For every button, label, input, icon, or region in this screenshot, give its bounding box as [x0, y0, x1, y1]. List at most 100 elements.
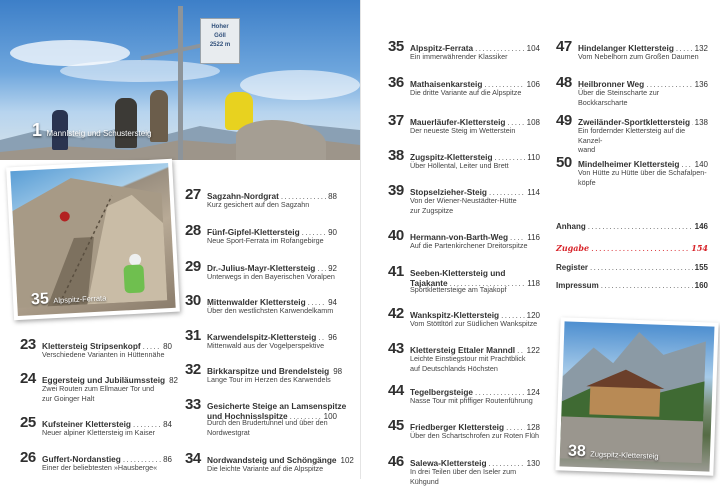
dot-leader — [590, 263, 693, 272]
toc-subtitle: auf Deutschlands Höchsten — [410, 363, 498, 373]
toc-entry[interactable]: 29Dr.-Julius-Mayr-Klettersteig92Unterweg… — [185, 258, 337, 282]
toc-subtitle: Neuer alpiner Klettersteig im Kaiser — [42, 428, 156, 437]
toc-page: 122 — [526, 346, 540, 355]
toc-page: 110 — [527, 153, 540, 162]
toc-entry[interactable]: 37Mauerläufer-Klettersteig108Der neueste… — [388, 112, 540, 136]
toc-subtitle: Kurz gesichert auf den Sagzahn — [207, 200, 310, 209]
toc-entry[interactable]: 44Tegelbergsteige124Nasse Tour mit pfiff… — [388, 382, 540, 406]
toc-number: 23 — [20, 336, 36, 353]
appendix-entry[interactable]: Zugabe 154 — [556, 243, 708, 253]
toc-entry[interactable]: 25Kufsteiner Klettersteig84Neuer alpiner… — [20, 414, 172, 438]
toc-number: 50 — [556, 154, 572, 171]
toc-entry[interactable]: 30Mittenwalder Klettersteig94Über den we… — [185, 292, 337, 316]
toc-page: 96 — [328, 333, 337, 342]
toc-number: 29 — [185, 258, 201, 275]
toc-number: 28 — [185, 222, 201, 239]
toc-page: 84 — [163, 420, 172, 429]
appendix-page: 154 — [691, 243, 708, 253]
dot-leader — [601, 281, 693, 290]
toc-number: 33 — [185, 396, 201, 413]
toc-page: 88 — [328, 192, 337, 201]
toc-entry[interactable]: 23Klettersteig Stripsenkopf80Verschieden… — [20, 336, 172, 360]
toc-entry[interactable]: 24 Eggersteig und Jubiläumssteig 82 Zwei Ro… — [20, 370, 178, 403]
toc-number: 35 — [388, 38, 404, 55]
appendix-page: 146 — [694, 222, 708, 231]
toc-entry[interactable]: 28Fünf-Gipfel-Klettersteig90Neue Sport-F… — [185, 222, 337, 246]
toc-number: 25 — [20, 414, 36, 431]
toc-entry[interactable]: 49Zweiländer-Sportklettersteig138Ein for… — [556, 112, 708, 155]
toc-subtitle: Ein fordernder Klettersteig auf die Kanz… — [578, 126, 686, 145]
toc-subtitle: Die leichte Variante auf die Alpspitze — [207, 464, 324, 473]
toc-subtitle: Der neueste Steig im Wetterstein — [410, 126, 516, 135]
toc-number: 24 — [20, 370, 36, 387]
appendix-label: Impressum — [556, 281, 599, 290]
toc-number: 39 — [388, 182, 404, 199]
toc-subtitle: zur Zugspitze — [410, 205, 454, 215]
toc-number: 27 — [185, 186, 201, 203]
toc-page: 102 — [340, 456, 354, 465]
toc-entry[interactable]: 33 Gesicherte Steige an Lamsenspitze und H… — [185, 396, 346, 437]
toc-subtitle: Über die Steinscharte zur Bockkarscharte — [578, 88, 660, 107]
toc-number: 37 — [388, 112, 404, 129]
toc-subtitle: Leichte Einstiegstour mit Prachtblick — [410, 354, 526, 363]
toc-page: 104 — [526, 44, 540, 53]
toc-number: 42 — [388, 305, 404, 322]
toc-subtitle: Mittenwald aus der Vogelperspektive — [207, 341, 325, 350]
toc-entry[interactable]: 42Wankspitz-Klettersteig120Vom Stöttltör… — [388, 305, 540, 329]
appendix-entry[interactable]: Impressum 160 — [556, 281, 708, 290]
toc-entry[interactable]: 32 Birkkarspitze und Brendelsteig 98 Lange … — [185, 361, 342, 385]
toc-entry[interactable]: 45Friedberger Klettersteig128Über den Sc… — [388, 417, 540, 441]
dot-leader — [692, 118, 693, 127]
toc-number: 38 — [388, 147, 404, 164]
toc-entry[interactable]: 38Zugspitz-Klettersteig110Über Höllental… — [388, 147, 540, 171]
hut-caption: 38 Zugspitz-Klettersteig — [567, 442, 659, 461]
toc-page: 98 — [333, 367, 343, 376]
toc-number: 31 — [185, 327, 201, 344]
toc-subtitle: Auf die Partenkirchener Dreitorspitze — [410, 241, 528, 250]
toc-subtitle: Vom Stöttltörl zur Südlichen Wankspitze — [410, 319, 538, 328]
toc-entry[interactable]: 34 Nordwandsteig und Schöngänge 102 Die lei… — [185, 450, 354, 474]
toc-subtitle: Zwei Routen zum Ellmauer Tor und — [42, 384, 155, 393]
toc-entry[interactable]: 41Seeben-Klettersteig undTajakante118Spo… — [388, 263, 540, 295]
toc-subtitle: Neue Sport-Ferrata im Rofangebirge — [207, 236, 324, 245]
toc-page: 106 — [526, 80, 540, 89]
toc-page: 138 — [694, 118, 708, 127]
toc-subtitle: Lange Tour im Herzen des Karwendels — [207, 375, 331, 384]
ferrata-photo: 35 Alpspitz-Ferrata — [6, 158, 180, 321]
toc-subtitle: Vom Nebelhorn zum Großen Daumen — [578, 52, 699, 61]
toc-subtitle: Verschiedene Varianten in Hüttennähe — [42, 350, 165, 359]
toc-entry[interactable]: 27Sagzahn-Nordgrat88Kurz gesichert auf d… — [185, 186, 337, 210]
toc-entry[interactable]: 47Hindelanger Klettersteig132Vom Nebelho… — [556, 38, 708, 62]
toc-page: 90 — [328, 228, 337, 237]
toc-subtitle: Unterwegs in den Bayerischen Voralpen — [207, 272, 335, 281]
toc-subtitle: Von der Wiener-Neustädter-Hütte — [410, 196, 517, 205]
toc-subtitle: Über Höllental, Leiter und Brett — [410, 161, 509, 170]
toc-page: 108 — [526, 118, 540, 127]
toc-entry[interactable]: 36Mathaisenkarsteig106Die dritte Variant… — [388, 74, 540, 98]
toc-entry[interactable]: 46Salewa-Klettersteig130In drei Teilen ü… — [388, 453, 540, 486]
toc-subtitle: Von Hütte zu Hütte über die Schafalpen- — [578, 168, 707, 177]
toc-entry[interactable]: 50Mindelheimer Klettersteig140Von Hütte … — [556, 154, 708, 187]
ferrata-caption: 35 Alpspitz-Ferrata — [30, 290, 107, 309]
toc-page: 118 — [527, 279, 540, 288]
toc-number: 32 — [185, 361, 201, 378]
toc-subtitle: Die dritte Variante auf die Alpspitze — [410, 88, 522, 97]
toc-entry[interactable]: 26Guffert-Nordanstieg86Einer der beliebt… — [20, 449, 172, 473]
toc-subtitle: Einer der beliebtesten »Hausberge« — [42, 463, 158, 472]
appendix-entry[interactable]: Register 155 — [556, 263, 708, 272]
toc-entry[interactable]: 43Klettersteig Ettaler Manndl122Leichte … — [388, 340, 540, 373]
toc-number: 46 — [388, 453, 404, 470]
dot-leader — [591, 244, 689, 253]
toc-entry[interactable]: 31Karwendelspitz-Klettersteig96Mittenwal… — [185, 327, 337, 351]
toc-entry[interactable]: 35Alpspitz-Ferrata104Ein immerwährender … — [388, 38, 540, 62]
toc-page: 116 — [527, 233, 540, 242]
appendix-entry[interactable]: Anhang 146 — [556, 222, 708, 231]
toc-entry[interactable]: 39Stopselzieher-Steig114Von der Wiener-N… — [388, 182, 540, 215]
dot-leader — [588, 222, 693, 231]
toc-subtitle: Ein immerwährender Klassiker — [410, 52, 508, 61]
toc-entry[interactable]: 40Hermann-von-Barth-Weg116Auf die Parten… — [388, 227, 540, 251]
summit-photo: Hoher Göll 2522 m 1 Mannlsteig und Schus… — [0, 0, 360, 160]
appendix-page: 155 — [694, 263, 708, 272]
toc-subtitle: köpfe — [578, 177, 596, 187]
toc-entry[interactable]: 48Heilbronner Weg136Über die Steinschart… — [556, 74, 708, 107]
